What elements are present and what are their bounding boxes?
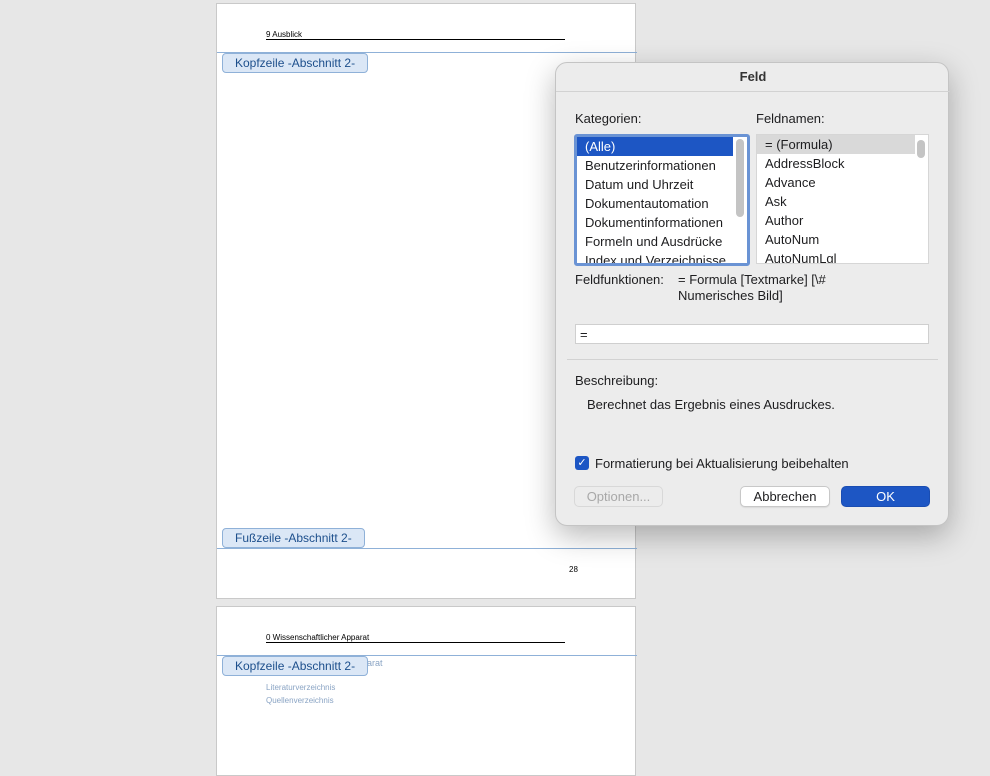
description-text: Berechnet das Ergebnis eines Ausdruckes. (587, 397, 835, 412)
scroll-thumb[interactable] (736, 139, 744, 217)
footer-section-tab[interactable]: Fußzeile -Abschnitt 2- (222, 528, 365, 548)
formula-input[interactable] (575, 324, 929, 344)
fieldnames-label: Feldnamen: (756, 111, 825, 126)
description-label: Beschreibung: (575, 373, 659, 388)
field-dialog: Feld Kategorien: Feldnamen: (Alle) Benut… (555, 62, 950, 526)
header-section-tab[interactable]: Kopfzeile -Abschnitt 2- (222, 53, 369, 73)
category-item[interactable]: Dokumentinformationen (577, 213, 733, 232)
fieldname-item[interactable]: AutoNum (757, 230, 915, 249)
scroll-thumb[interactable] (917, 140, 925, 158)
toc-entry[interactable]: Literaturverzeichnis (266, 683, 335, 692)
category-item[interactable]: Formeln und Ausdrücke (577, 232, 733, 251)
ok-button[interactable]: OK (841, 486, 930, 507)
checkmark-icon: ✓ (577, 457, 587, 469)
keep-formatting-checkbox[interactable]: ✓ (575, 456, 589, 470)
cancel-button[interactable]: Abbrechen (740, 486, 830, 507)
fieldname-item[interactable]: Ask (757, 192, 915, 211)
field-functions-text: = Formula [Textmarke] [\# Numerisches Bi… (678, 272, 826, 303)
category-item[interactable]: Benutzerinformationen (577, 156, 733, 175)
toc-heading-partial: arat (367, 658, 383, 668)
fieldname-item[interactable]: AutoNumLgl (757, 249, 915, 263)
keep-formatting-label[interactable]: Formatierung bei Aktualisierung beibehal… (595, 456, 849, 471)
fieldname-item[interactable]: AddressBlock (757, 154, 915, 173)
section-divider (567, 359, 938, 360)
fieldname-item[interactable]: Advance (757, 173, 915, 192)
header-rule-2 (266, 642, 565, 643)
header-text-value: 9 Ausblick (266, 30, 303, 39)
header-rule (266, 39, 565, 40)
category-item[interactable]: Datum und Uhrzeit (577, 175, 733, 194)
document-page-2[interactable]: 0 Wissenschaftlicher Apparat arat Kopfze… (216, 606, 637, 776)
categories-list[interactable]: (Alle) Benutzerinformationen Datum und U… (574, 134, 750, 266)
options-button[interactable]: Optionen... (574, 486, 663, 507)
category-item[interactable]: Index und Verzeichnisse (577, 251, 733, 263)
page-number[interactable]: 28 (569, 565, 578, 574)
fieldname-item[interactable]: Author (757, 211, 915, 230)
category-item[interactable]: (Alle) (577, 137, 733, 156)
header-text-2[interactable]: 0 Wissenschaftlicher Apparat (266, 633, 369, 642)
header-text[interactable]: 9 Ausblick (266, 30, 302, 39)
categories-label: Kategorien: (575, 111, 642, 126)
title-divider (556, 91, 950, 92)
category-item[interactable]: Dokumentautomation (577, 194, 733, 213)
fieldname-item[interactable]: = (Formula) (757, 135, 915, 154)
footer-section-line (217, 548, 637, 549)
fieldnames-list[interactable]: = (Formula) AddressBlock Advance Ask Aut… (756, 134, 929, 264)
header-section-tab-2[interactable]: Kopfzeile -Abschnitt 2- (222, 656, 369, 676)
toc-entry[interactable]: Quellenverzeichnis (266, 696, 334, 705)
dialog-title: Feld (739, 69, 767, 84)
field-functions-label: Feldfunktionen: (575, 272, 664, 287)
categories-scrollbar[interactable] (736, 139, 744, 261)
fieldnames-scrollbar[interactable] (917, 137, 925, 261)
